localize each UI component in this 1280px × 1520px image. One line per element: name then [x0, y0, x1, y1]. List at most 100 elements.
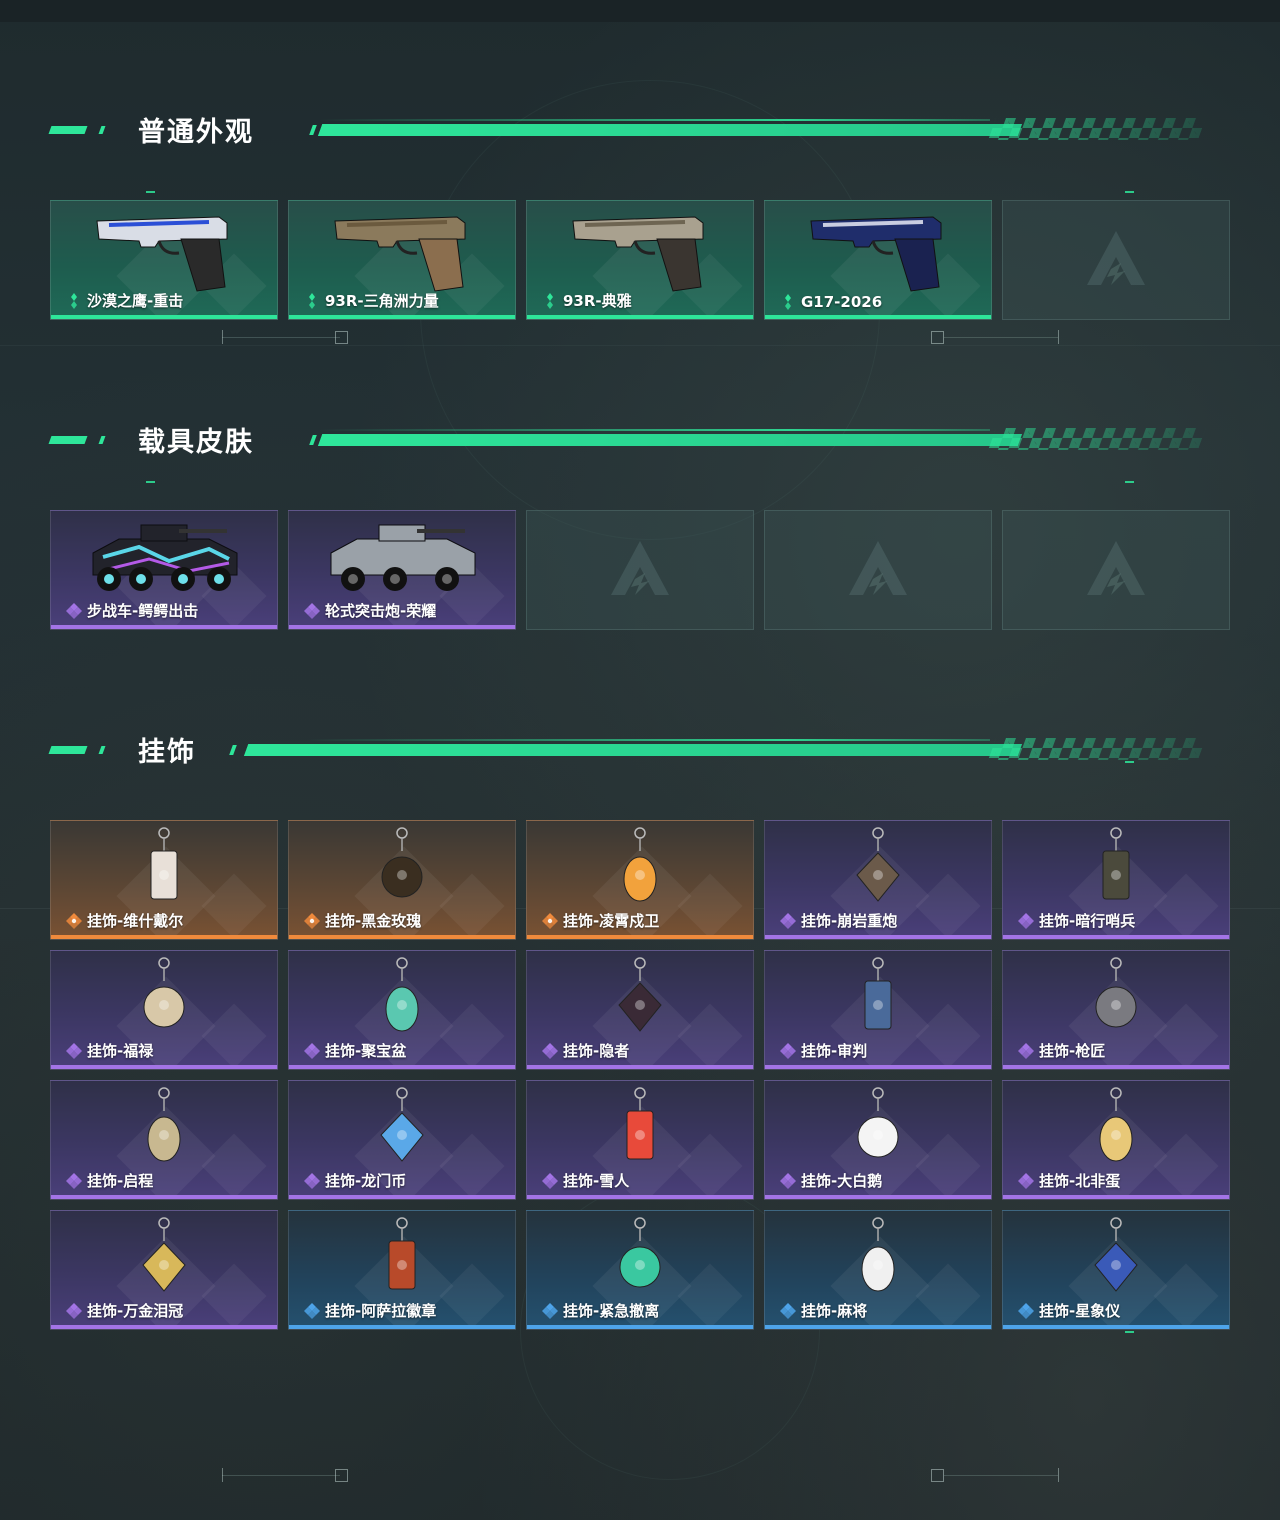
item-name: 挂饰-北非蛋: [1039, 1172, 1121, 1190]
rarity-underline: [289, 625, 515, 629]
item-name: 挂饰-枪匠: [1039, 1042, 1106, 1060]
rarity-diamond-icon: [541, 1042, 559, 1060]
rarity-underline: [527, 1325, 753, 1329]
charm-icon: [843, 1215, 913, 1307]
rarity-diamond-icon: [1017, 1172, 1035, 1190]
item-card[interactable]: 挂饰-星象仪: [1002, 1210, 1230, 1330]
item-card[interactable]: 挂饰-崩岩重炮: [764, 820, 992, 940]
item-card[interactable]: 挂饰-枪匠: [1002, 950, 1230, 1070]
card-background-diamond: [915, 873, 981, 939]
edge-marker: [146, 481, 155, 483]
item-card[interactable]: 挂饰-雪人: [526, 1080, 754, 1200]
charm-icon: [1081, 955, 1151, 1047]
rarity-diamond-icon: [779, 1302, 797, 1320]
item-name: 挂饰-麻将: [801, 1302, 868, 1320]
empty-item-slot: [764, 510, 992, 630]
item-name: 挂饰-大白鹅: [801, 1172, 883, 1190]
checker-pattern: [987, 738, 1207, 760]
card-background-diamond: [439, 1133, 505, 1199]
item-name: 挂饰-阿萨拉徽章: [325, 1302, 437, 1320]
item-card[interactable]: 沙漠之鹰-重击: [50, 200, 278, 320]
rarity-diamond-icon: [1017, 912, 1035, 930]
item-label: 挂饰-龙门币: [303, 1170, 406, 1191]
item-card[interactable]: 挂饰-阿萨拉徽章: [288, 1210, 516, 1330]
rarity-diamond-icon: [65, 1172, 83, 1190]
item-card[interactable]: 挂饰-福禄: [50, 950, 278, 1070]
section-header-vehicle-skins: 载具皮肤: [0, 418, 1280, 458]
item-name: 挂饰-紧急撤离: [563, 1302, 660, 1320]
rarity-underline: [1003, 935, 1229, 939]
rarity-diamond-icon: [1017, 1302, 1035, 1320]
item-label: 挂饰-维什戴尔: [65, 910, 183, 931]
item-card[interactable]: 挂饰-聚宝盆: [288, 950, 516, 1070]
item-card[interactable]: 挂饰-万金泪冠: [50, 1210, 278, 1330]
item-card[interactable]: 挂饰-北非蛋: [1002, 1080, 1230, 1200]
item-name: 挂饰-隐者: [563, 1042, 630, 1060]
item-label: 挂饰-阿萨拉徽章: [303, 1300, 436, 1321]
item-label: 步战车-鳄鳄出击: [65, 600, 198, 621]
item-card[interactable]: 挂饰-维什戴尔: [50, 820, 278, 940]
edge-marker: [1125, 191, 1134, 193]
item-card[interactable]: 挂饰-凌霄戍卫: [526, 820, 754, 940]
item-card[interactable]: 93R-典雅: [526, 200, 754, 320]
rarity-diamond-icon: [303, 602, 321, 620]
item-name: 挂饰-暗行哨兵: [1039, 912, 1136, 930]
item-label: 挂饰-福禄: [65, 1040, 153, 1061]
item-card[interactable]: 挂饰-龙门币: [288, 1080, 516, 1200]
card-background-diamond: [201, 1263, 267, 1329]
header-bar: [320, 418, 1220, 458]
rarity-diamond-icon: [303, 1042, 321, 1060]
rarity-underline: [765, 1195, 991, 1199]
charm-icon: [1081, 1085, 1151, 1177]
rarity-diamond-icon: [303, 912, 321, 930]
header-bar-tick: [309, 435, 317, 445]
item-label: 挂饰-启程: [65, 1170, 153, 1191]
item-label: 挂饰-暗行哨兵: [1017, 910, 1135, 931]
rarity-underline: [51, 935, 277, 939]
card-background-diamond: [1153, 1263, 1219, 1329]
item-card[interactable]: 93R-三角洲力量: [288, 200, 516, 320]
item-name: 挂饰-黑金玫瑰: [325, 912, 422, 930]
item-card[interactable]: 挂饰-麻将: [764, 1210, 992, 1330]
item-card[interactable]: 挂饰-隐者: [526, 950, 754, 1070]
rarity-diamond-icon: [541, 1302, 559, 1320]
charm-icon: [843, 1085, 913, 1177]
rarity-diamond-icon: [541, 1172, 559, 1190]
item-label: 挂饰-聚宝盆: [303, 1040, 406, 1061]
card-background-diamond: [677, 1003, 743, 1069]
item-card[interactable]: 挂饰-黑金玫瑰: [288, 820, 516, 940]
item-name: 挂饰-星象仪: [1039, 1302, 1121, 1320]
header-dash: [48, 126, 88, 134]
empty-item-slot: [526, 510, 754, 630]
item-label: 挂饰-崩岩重炮: [779, 910, 897, 931]
item-card[interactable]: 步战车-鳄鳄出击: [50, 510, 278, 630]
item-card[interactable]: 挂饰-大白鹅: [764, 1080, 992, 1200]
charm-icon: [367, 825, 437, 917]
card-background-diamond: [1153, 1133, 1219, 1199]
item-card[interactable]: G17-2026: [764, 200, 992, 320]
item-card[interactable]: 轮式突击炮-荣耀: [288, 510, 516, 630]
charm-icon: [367, 955, 437, 1047]
item-name: 挂饰-万金泪冠: [87, 1302, 184, 1320]
item-card[interactable]: 挂饰-紧急撤离: [526, 1210, 754, 1330]
section-title: 普通外观: [138, 117, 254, 148]
item-card[interactable]: 挂饰-审判: [764, 950, 992, 1070]
item-card[interactable]: 挂饰-暗行哨兵: [1002, 820, 1230, 940]
header-dash: [98, 746, 106, 754]
charm-icon: [843, 955, 913, 1047]
rarity-diamond-icon: [65, 912, 83, 930]
item-label: G17-2026: [779, 293, 882, 311]
charm-icon: [129, 1085, 199, 1177]
item-label: 挂饰-审判: [779, 1040, 867, 1061]
item-name: G17-2026: [801, 293, 883, 311]
charm-icon: [1081, 825, 1151, 917]
item-name: 挂饰-启程: [87, 1172, 154, 1190]
item-name: 挂饰-雪人: [563, 1172, 630, 1190]
item-label: 挂饰-黑金玫瑰: [303, 910, 421, 931]
item-card[interactable]: 挂饰-启程: [50, 1080, 278, 1200]
card-background-diamond: [915, 1263, 981, 1329]
item-name: 步战车-鳄鳄出击: [87, 602, 199, 620]
item-label: 挂饰-大白鹅: [779, 1170, 882, 1191]
item-label: 挂饰-紧急撤离: [541, 1300, 659, 1321]
section-title: 载具皮肤: [138, 427, 254, 458]
